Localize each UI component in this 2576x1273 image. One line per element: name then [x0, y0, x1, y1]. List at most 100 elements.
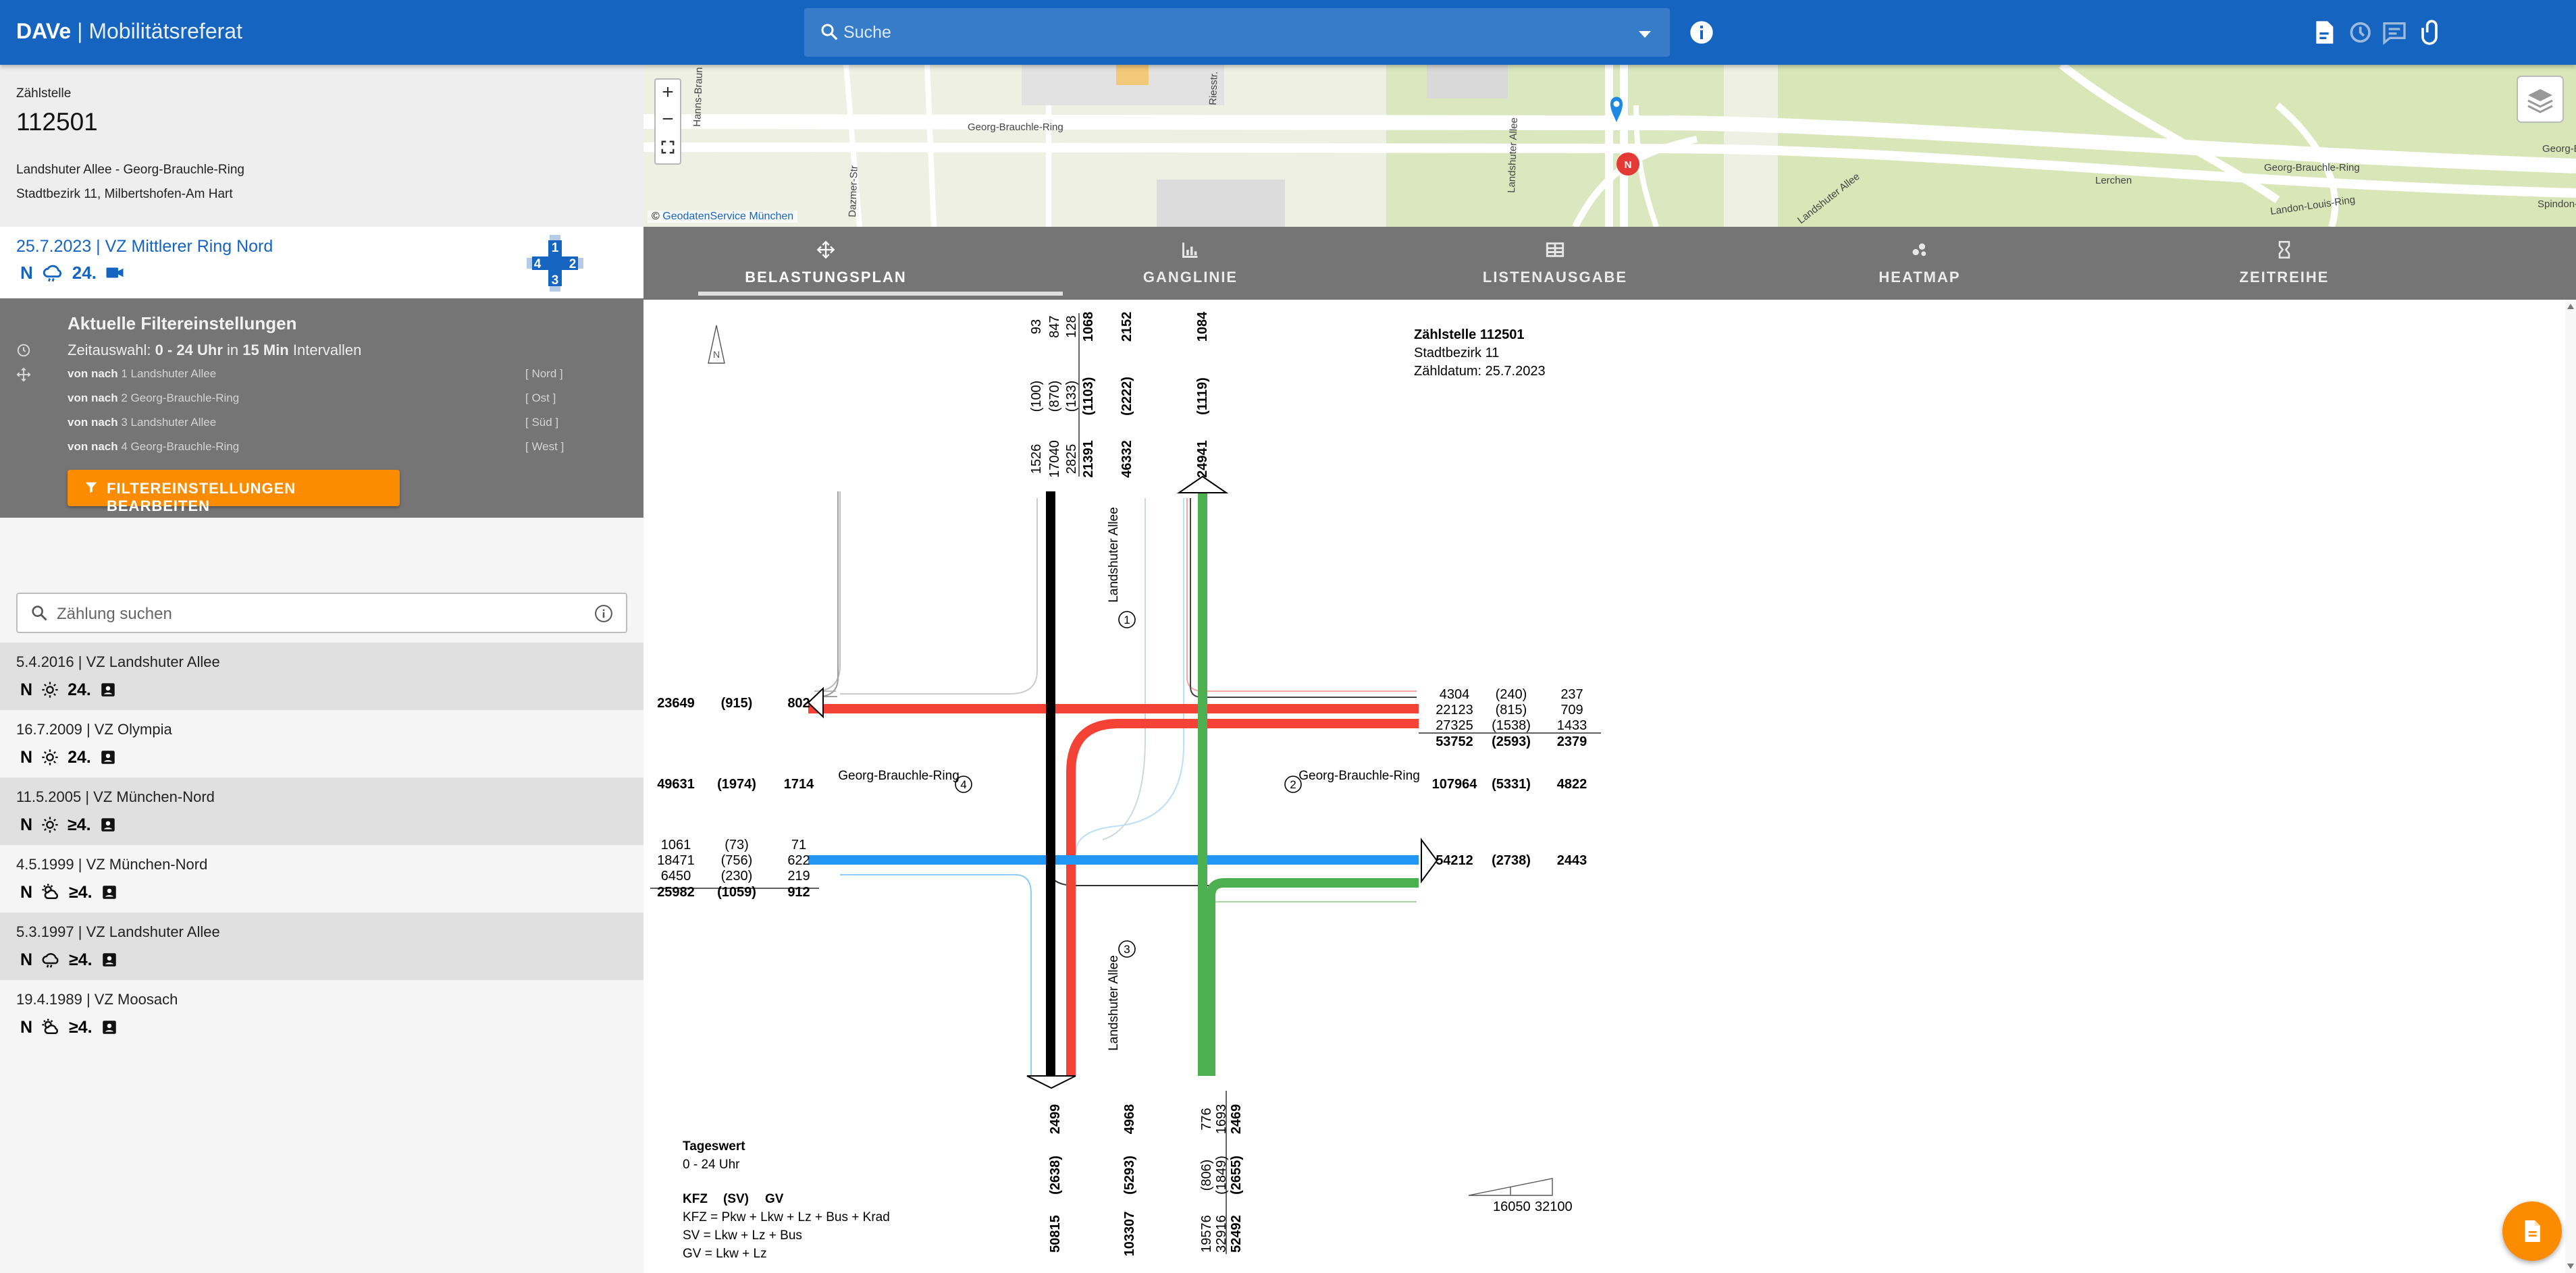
video-icon [106, 267, 124, 278]
scale-label: 16050 [1493, 1199, 1531, 1214]
tab-ganglinie[interactable]: GANGLINIE [1008, 227, 1373, 300]
arrows-icon [816, 240, 835, 259]
contact-icon [101, 818, 115, 832]
count-list-item[interactable]: 11.5.2005 | VZ München-Nord N ≥4. [0, 778, 643, 845]
count-search-input[interactable]: Zählung suchen [57, 605, 172, 624]
traffic-value: (806) [1199, 1160, 1214, 1191]
count-icons: N ≥4. [20, 1015, 118, 1039]
traffic-value: 2499 [1048, 1104, 1063, 1135]
count-icons: N 24. [20, 678, 117, 702]
count-list-item[interactable]: 5.4.2016 | VZ Landshuter Allee N 24. [0, 643, 643, 710]
traffic-value: 709 [1560, 703, 1583, 717]
traffic-value: 237 [1560, 687, 1583, 702]
pdf-report-icon[interactable] [2311, 19, 2338, 46]
zaehlstelle-label: Zählstelle [16, 86, 72, 101]
count-list-item[interactable]: 19.4.1989 | VZ Moosach N ≥4. [0, 980, 643, 1048]
tab-zeitreihe[interactable]: ZEITREIHE [2102, 227, 2467, 300]
filter-row-text: 4 Georg-Brauchle-Ring [121, 440, 240, 453]
attribution-prefix: © [652, 211, 660, 222]
traffic-value: (240) [1496, 687, 1527, 702]
arm-4-label: 4 [534, 257, 542, 271]
layers-icon[interactable] [2517, 76, 2564, 123]
map-canvas[interactable]: Georg-Brauchle-Ring Georg-Brauchle-Ring … [643, 65, 2576, 227]
legend-line: SV = Lkw + Lz + Bus [683, 1228, 802, 1243]
legend-col-sv: (SV) [723, 1192, 749, 1206]
zoom-in-button[interactable]: + [656, 80, 680, 107]
filter-row-text: 2 Georg-Brauchle-Ring [121, 391, 240, 404]
global-search[interactable]: Suche [804, 8, 1670, 57]
traffic-value: (1849) [1214, 1156, 1229, 1195]
traffic-value: 2825 [1064, 444, 1079, 475]
message-icon[interactable] [2381, 19, 2408, 46]
traffic-value: 2443 [1557, 853, 1587, 868]
edit-filter-button[interactable]: FILTEREINSTELLUNGEN BEARBEITEN [68, 470, 400, 514]
info-icon[interactable] [1688, 19, 1715, 46]
tab-listenausgabe[interactable]: LISTENAUSGABE [1373, 227, 1737, 300]
contact-icon [102, 1021, 116, 1034]
count-list-item[interactable]: 5.3.1997 | VZ Landshuter Allee N ≥4. [0, 913, 643, 980]
create-report-button[interactable] [2502, 1201, 2562, 1261]
traffic-value: (5331) [1492, 777, 1531, 792]
traffic-value: 1061 [661, 838, 691, 852]
search-input[interactable]: Suche [843, 23, 891, 43]
filter-interval-suffix: Intervallen [292, 342, 362, 358]
street-label-west: Georg-Brauchle-Ring [838, 769, 960, 783]
current-count-title[interactable]: 25.7.2023 | VZ Mittlerer Ring Nord [16, 237, 273, 256]
partly-cloudy-icon [42, 884, 59, 899]
count-search-field[interactable]: Zählung suchen [16, 593, 627, 633]
traffic-value: (1974) [717, 777, 756, 792]
legend-col-gv: GV [765, 1192, 784, 1206]
map-street-label: Riesstr. [1207, 72, 1220, 106]
count-icons: N ≥4. [20, 880, 118, 904]
tab-belastungsplan[interactable]: BELASTUNGSPLAN [643, 227, 1063, 300]
arm-number: 4 [960, 778, 966, 791]
current-count-panel[interactable]: 25.7.2023 | VZ Mittlerer Ring Nord N 24.… [0, 227, 643, 298]
filter-row-direction: [ West ] [525, 440, 564, 453]
app-brand[interactable]: DAVe | Mobilitätsreferat [16, 19, 242, 44]
fullscreen-icon[interactable] [660, 140, 675, 155]
traffic-value: (100) [1029, 381, 1044, 412]
filter-row-prefix: von nach [68, 416, 118, 429]
history-icon[interactable] [2346, 19, 2373, 46]
traffic-value: 1526 [1029, 444, 1044, 475]
zoom-out-button[interactable]: − [656, 107, 680, 134]
sun-icon [42, 749, 58, 765]
arrow-north-in [1176, 475, 1229, 493]
scale-bar [1468, 1178, 1553, 1196]
belastungsplan-diagram: N Zählstelle 112501 Stadtbezirk 11 Zähld… [650, 300, 2576, 1273]
filter-icon [85, 482, 97, 493]
top-app-bar: DAVe | Mobilitätsreferat Suche [0, 0, 2576, 65]
map[interactable]: Georg-Brauchle-Ring Georg-Brauchle-Ring … [643, 65, 2576, 227]
map-street-label: Dazmer-Str [847, 165, 860, 217]
traffic-value: 52492 [1229, 1215, 1244, 1253]
attachment-icon[interactable] [2416, 19, 2443, 46]
legend-line: KFZ = Pkw + Lkw + Lz + Bus + Krad [683, 1210, 890, 1224]
tab-label: ZEITREIHE [2239, 269, 2330, 286]
traffic-value: 2152 [1120, 312, 1134, 342]
contact-icon [101, 751, 115, 764]
scrollbar[interactable] [2565, 300, 2576, 1273]
scatter-icon [1912, 243, 1926, 256]
edit-filter-label: FILTEREINSTELLUNGEN BEARBEITEN [107, 480, 296, 514]
tab-heatmap[interactable]: HEATMAP [1737, 227, 2102, 300]
count-title: 5.4.2016 | VZ Landshuter Allee [16, 653, 220, 670]
traffic-value: 622 [787, 853, 810, 868]
chevron-down-icon[interactable] [1639, 31, 1651, 38]
traffic-value: (1538) [1492, 718, 1531, 733]
current-count-icons: N 24. [20, 261, 125, 285]
sun-icon [42, 817, 58, 833]
count-title: 5.3.1997 | VZ Landshuter Allee [16, 923, 220, 940]
location-marker-label: N [1625, 159, 1632, 171]
traffic-value: (2593) [1492, 734, 1531, 749]
traffic-values: 93 847 128 1068 2152 1084 (100) (870) (133) (1103… [657, 311, 1587, 1256]
attribution-link[interactable]: GeodatenService München [662, 211, 793, 222]
count-list-item[interactable]: 16.7.2009 | VZ Olympia N 24. [0, 710, 643, 778]
traffic-value: (1119) [1195, 377, 1210, 415]
info-outline-icon[interactable] [594, 603, 614, 624]
count-list-item[interactable]: 4.5.1999 | VZ München-Nord N ≥4. [0, 845, 643, 913]
traffic-value: 847 [1047, 315, 1062, 337]
zaehlstelle-number: 112501 [16, 108, 98, 136]
scale-label: 32100 [1535, 1199, 1573, 1214]
traffic-value: (2655) [1229, 1156, 1244, 1195]
duration-badge: 24. [72, 262, 97, 283]
